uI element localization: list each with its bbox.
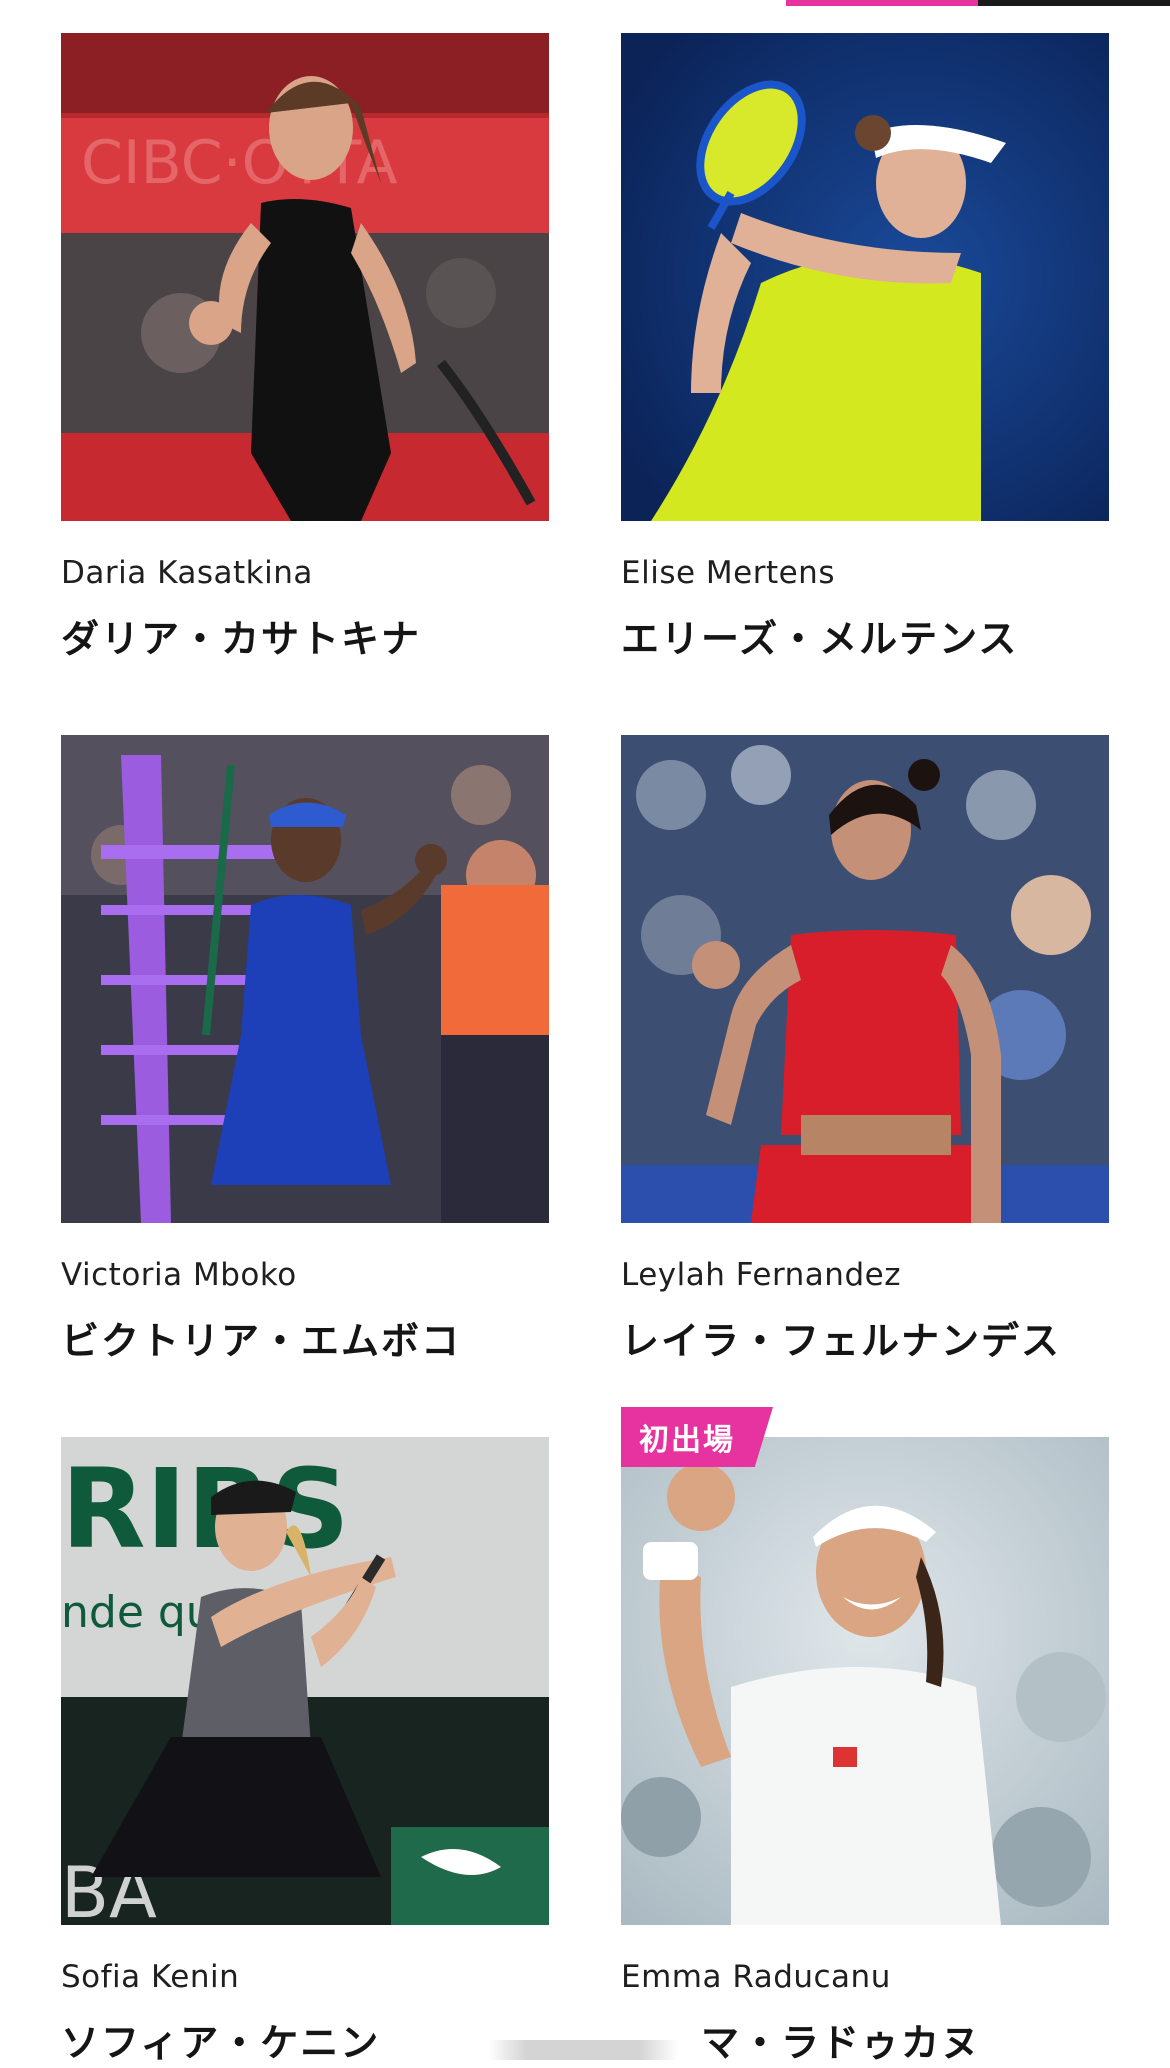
progress-segment-active [786, 0, 978, 6]
progress-segment-inactive [978, 0, 1170, 6]
player-name-en: Elise Mertens [621, 555, 835, 591]
svg-text:nde qu: nde qu [61, 1587, 214, 1638]
player-name-en: Daria Kasatkina [61, 555, 313, 591]
player-photo [61, 735, 549, 1223]
player-card-elise-mertens[interactable]: Elise Mertens エリーズ・メルテンス [621, 33, 1109, 661]
player-card-emma-raducanu[interactable]: 初出場 Emma Raducanu マ・ラドゥカヌ [621, 1407, 1109, 2065]
player-name-en: Sofia Kenin [61, 1959, 240, 1995]
player-name-ja: レイラ・フェルナンデス [621, 1319, 1062, 1363]
sofia-kenin-photo: RIBS nde qu BA [61, 1437, 549, 1925]
player-name-ja: ビクトリア・エムボコ [61, 1319, 462, 1363]
elise-mertens-photo [621, 33, 1109, 521]
player-photo [621, 33, 1109, 521]
victoria-mboko-photo [61, 735, 549, 1223]
player-photo [621, 735, 1109, 1223]
player-name-en: Leylah Fernandez [621, 1257, 901, 1293]
blurred-watermark [488, 2040, 678, 2060]
emma-raducanu-photo [621, 1437, 1109, 1925]
player-photo: CIBC·OTTA [61, 33, 549, 521]
player-photo [621, 1437, 1109, 1925]
player-name-en: Emma Raducanu [621, 1959, 891, 1995]
leylah-fernandez-photo [621, 735, 1109, 1223]
player-name-ja: ダリア・カサトキナ [61, 617, 422, 661]
player-card-daria-kasatkina[interactable]: CIBC·OTTA Daria Kasatkina ダリア・カサトキナ [61, 33, 549, 661]
debut-badge: 初出場 [621, 1407, 773, 1467]
player-name-en: Victoria Mboko [61, 1257, 297, 1293]
top-progress-bar [786, 0, 1170, 6]
player-name-ja: エリーズ・メルテンス [621, 617, 1019, 661]
player-card-victoria-mboko[interactable]: Victoria Mboko ビクトリア・エムボコ [61, 735, 549, 1363]
player-name-ja: ソフィア・ケニン [61, 2021, 381, 2065]
player-name-ja: マ・ラドゥカヌ [701, 2021, 982, 2065]
player-card-sofia-kenin[interactable]: RIBS nde qu BA Sofia Kenin ソフィア・ケニン [61, 1437, 549, 2065]
daria-kasatkina-photo: CIBC·OTTA [61, 33, 549, 521]
player-card-leylah-fernandez[interactable]: Leylah Fernandez レイラ・フェルナンデス [621, 735, 1109, 1363]
player-photo: RIBS nde qu BA [61, 1437, 549, 1925]
